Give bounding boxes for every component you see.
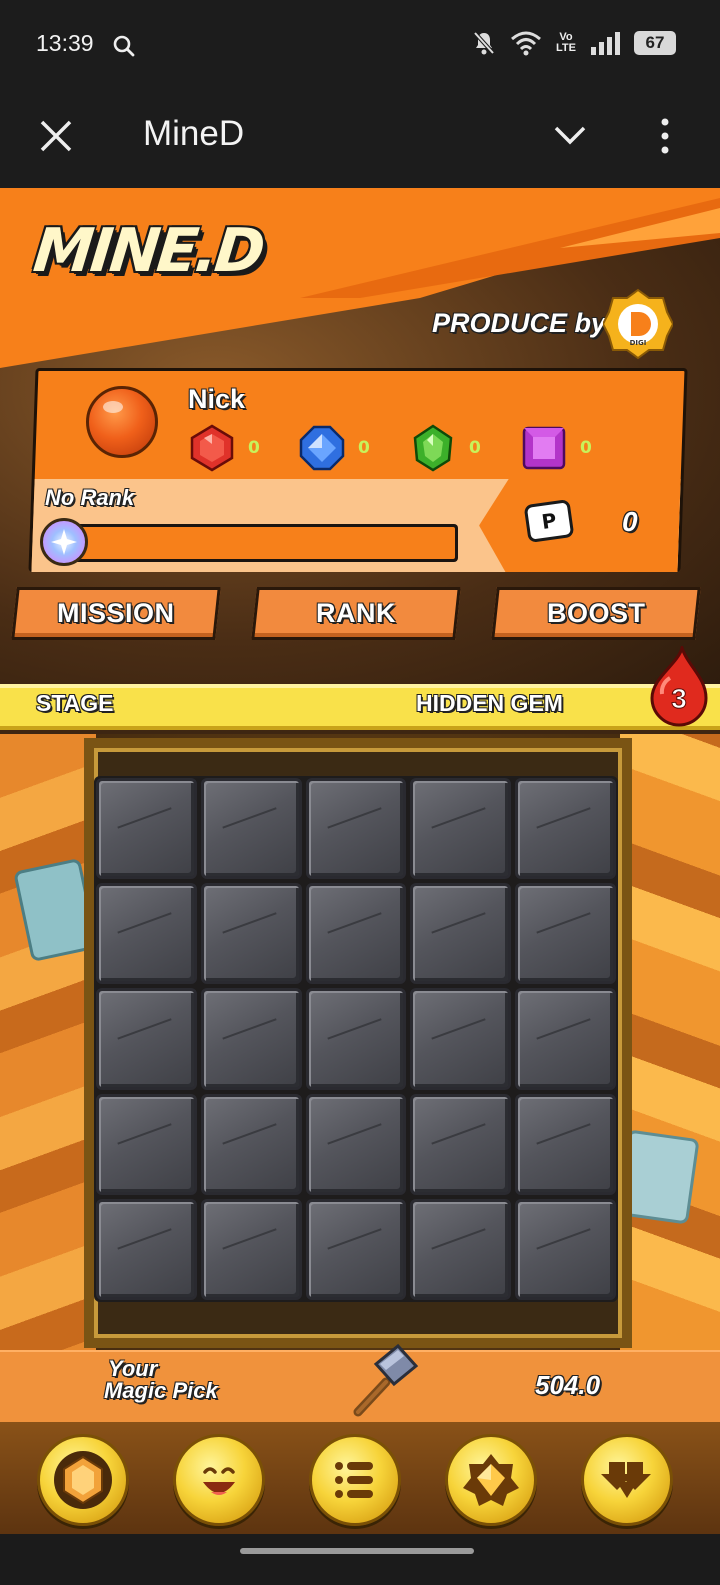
- bottom-dock: [0, 1422, 720, 1534]
- stone-tile[interactable]: [96, 778, 197, 880]
- stone-tile[interactable]: [515, 1093, 616, 1195]
- points-section: [477, 479, 680, 572]
- stone-tile[interactable]: [305, 883, 407, 985]
- list-icon: [335, 1462, 373, 1498]
- stage-label: STAGE: [36, 690, 114, 716]
- attempts-count: 3: [671, 683, 687, 714]
- stone-tile[interactable]: [200, 1198, 302, 1300]
- stone-tile[interactable]: [410, 778, 512, 880]
- rock-wall-left: [0, 734, 96, 1350]
- app-title: MineD: [143, 114, 245, 153]
- status-icons: Vo LTE 67: [472, 30, 676, 56]
- close-icon[interactable]: [36, 116, 76, 156]
- magic-pick-label: Your Magic Pick: [104, 1356, 218, 1403]
- game-logo: MINE.D: [30, 216, 266, 286]
- points-icon: P: [523, 498, 575, 544]
- green-gem-icon: [413, 424, 453, 472]
- gem-counter-red: 0: [188, 424, 260, 472]
- stone-tile[interactable]: [410, 988, 512, 1090]
- status-time: 13:39: [36, 30, 94, 56]
- stone-tile[interactable]: [200, 1093, 302, 1195]
- down-arrows-icon: [601, 1462, 651, 1498]
- svg-text:DIGI: DIGI: [630, 339, 647, 347]
- board-area: [0, 734, 720, 1350]
- stone-tile[interactable]: [200, 883, 302, 985]
- gem-icon: [54, 1451, 112, 1509]
- boost-button[interactable]: BOOST: [491, 587, 701, 640]
- stone-tile[interactable]: [305, 988, 407, 1090]
- system-nav-bar: [0, 1534, 720, 1585]
- stone-tile[interactable]: [305, 1198, 407, 1300]
- app-bar: MineD: [0, 90, 720, 188]
- gem-dock-button[interactable]: [37, 1434, 129, 1526]
- battery-indicator: 67: [634, 31, 676, 55]
- avatar[interactable]: [86, 386, 158, 458]
- mute-icon: [473, 31, 495, 55]
- gem-counter-blue: 0: [298, 424, 370, 472]
- rank-star-icon: [40, 518, 88, 566]
- volte-icon: Vo LTE: [556, 31, 576, 54]
- rank-button[interactable]: RANK: [251, 587, 461, 640]
- hammer-icon: [353, 1343, 419, 1417]
- stone-tile[interactable]: [96, 1093, 197, 1195]
- boost-button-label: BOOST: [546, 598, 646, 628]
- gem-counter-green: 0: [409, 424, 481, 472]
- star-icon: [463, 1454, 519, 1506]
- points-value: 0: [622, 506, 638, 537]
- stone-tile[interactable]: [305, 778, 407, 880]
- status-bar: 13:39 Vo LTE 67: [0, 0, 720, 90]
- magic-pick-bar: Your Magic Pick 504.0: [0, 1343, 720, 1422]
- smile-icon: [203, 1467, 235, 1495]
- stone-tile[interactable]: [96, 883, 197, 985]
- stone-tile[interactable]: [515, 988, 616, 1090]
- magic-pick-value: 504.0: [535, 1370, 601, 1400]
- blue-gem-icon: [299, 425, 345, 471]
- stone-tile[interactable]: [96, 988, 197, 1090]
- red-gem-icon: [190, 424, 234, 472]
- signal-icon: [591, 32, 620, 55]
- wifi-icon: [511, 31, 542, 56]
- more-options-icon[interactable]: [655, 116, 675, 156]
- star-dock-button[interactable]: [445, 1434, 537, 1526]
- gem-count: 0: [358, 438, 370, 458]
- rank-button-label: RANK: [316, 598, 396, 628]
- home-indicator[interactable]: [240, 1548, 474, 1554]
- stone-tile[interactable]: [515, 883, 616, 985]
- gem-count: 0: [248, 438, 260, 458]
- rank-progress-bar: [60, 524, 458, 562]
- purple-gem-icon: [522, 426, 566, 470]
- stone-tile[interactable]: [200, 988, 302, 1090]
- search-icon: [113, 35, 135, 57]
- gem-count: 0: [469, 438, 481, 458]
- emoji-dock-button[interactable]: [173, 1434, 265, 1526]
- rock-wall-right: [620, 734, 720, 1350]
- stone-tile[interactable]: [410, 1093, 512, 1195]
- stage-bar: STAGE HIDDEN GEM: [0, 684, 720, 730]
- list-dock-button[interactable]: [309, 1434, 401, 1526]
- mission-button-label: MISSION: [57, 598, 175, 628]
- mission-button[interactable]: MISSION: [11, 587, 221, 640]
- produce-by-label: PRODUCE by: [432, 308, 607, 338]
- gem-counter-purple: 0: [520, 424, 592, 472]
- player-name: Nick: [188, 384, 246, 414]
- stone-tile[interactable]: [305, 1093, 407, 1195]
- stone-tile[interactable]: [200, 778, 302, 880]
- game-area: MINE.D PRODUCE by DIGI Nick 0 0 0 0 No R…: [0, 188, 720, 1585]
- game-mode-label: HIDDEN GEM: [416, 690, 563, 716]
- stone-tile[interactable]: [410, 1198, 512, 1300]
- rank-progress-fill: [63, 527, 455, 559]
- attempts-badge[interactable]: 3: [648, 646, 710, 728]
- mine-grid: [94, 776, 618, 1302]
- stone-tile[interactable]: [515, 1198, 616, 1300]
- stone-tile[interactable]: [96, 1198, 197, 1300]
- digi-logo-icon: DIGI: [603, 288, 673, 360]
- rank-label: No Rank: [45, 485, 135, 510]
- gem-count: 0: [580, 438, 592, 458]
- stone-tile[interactable]: [410, 883, 512, 985]
- chevron-down-icon[interactable]: [552, 120, 588, 150]
- stone-tile[interactable]: [515, 778, 616, 880]
- download-dock-button[interactable]: [581, 1434, 673, 1526]
